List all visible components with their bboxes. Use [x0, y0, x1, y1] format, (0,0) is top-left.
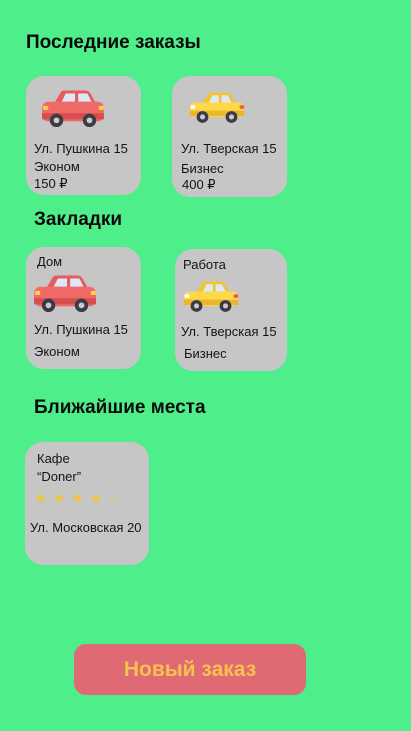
order-price: 150 ₽ [34, 176, 68, 191]
bookmark-card[interactable]: Работа Ул. Тверская 15 Бизнес [175, 249, 287, 371]
bookmark-address: Ул. Пушкина 15 [34, 322, 128, 337]
star-icon: ★ [52, 490, 71, 507]
recent-order-card[interactable]: Ул. Тверская 15 Бизнес 400 ₽ [172, 76, 287, 197]
star-icon: ★ [34, 490, 53, 507]
yellow-car-icon [188, 88, 246, 126]
bookmark-class: Бизнес [184, 346, 227, 361]
star-icon: ★ [70, 490, 90, 507]
bookmark-class: Эконом [34, 344, 80, 359]
order-class: Эконом [34, 159, 80, 174]
order-class: Бизнес [181, 161, 224, 176]
rating-stars: ★★★★☆ [34, 489, 126, 507]
place-type: Кафе [37, 451, 70, 466]
nearby-places-title: Ближайшие места [34, 397, 206, 418]
place-name: “Doner” [37, 469, 82, 484]
red-car-icon [32, 273, 98, 315]
recent-orders-title: Последние заказы [26, 32, 201, 53]
place-address: Ул. Московская 20 [30, 520, 142, 535]
bookmark-card[interactable]: Дом Ул. Пушкина 15 Эконом [26, 247, 141, 369]
order-address: Ул. Тверская 15 [181, 141, 277, 156]
bookmark-name: Дом [37, 254, 63, 269]
star-icon: ★ [89, 490, 108, 507]
bookmark-address: Ул. Тверская 15 [181, 324, 277, 339]
star-outline-icon: ☆ [107, 490, 127, 507]
order-price: 400 ₽ [182, 177, 216, 192]
place-card[interactable]: Кафе “Doner” ★★★★☆ Ул. Московская 20 [25, 442, 149, 565]
new-order-button[interactable]: Новый заказ [74, 644, 306, 695]
recent-order-card[interactable]: Ул. Пушкина 15 Эконом 150 ₽ [26, 76, 141, 195]
bookmark-name: Работа [183, 257, 226, 272]
yellow-car-icon [182, 277, 240, 315]
order-address: Ул. Пушкина 15 [34, 141, 128, 156]
red-car-icon [40, 88, 106, 130]
bookmarks-title: Закладки [34, 209, 123, 230]
